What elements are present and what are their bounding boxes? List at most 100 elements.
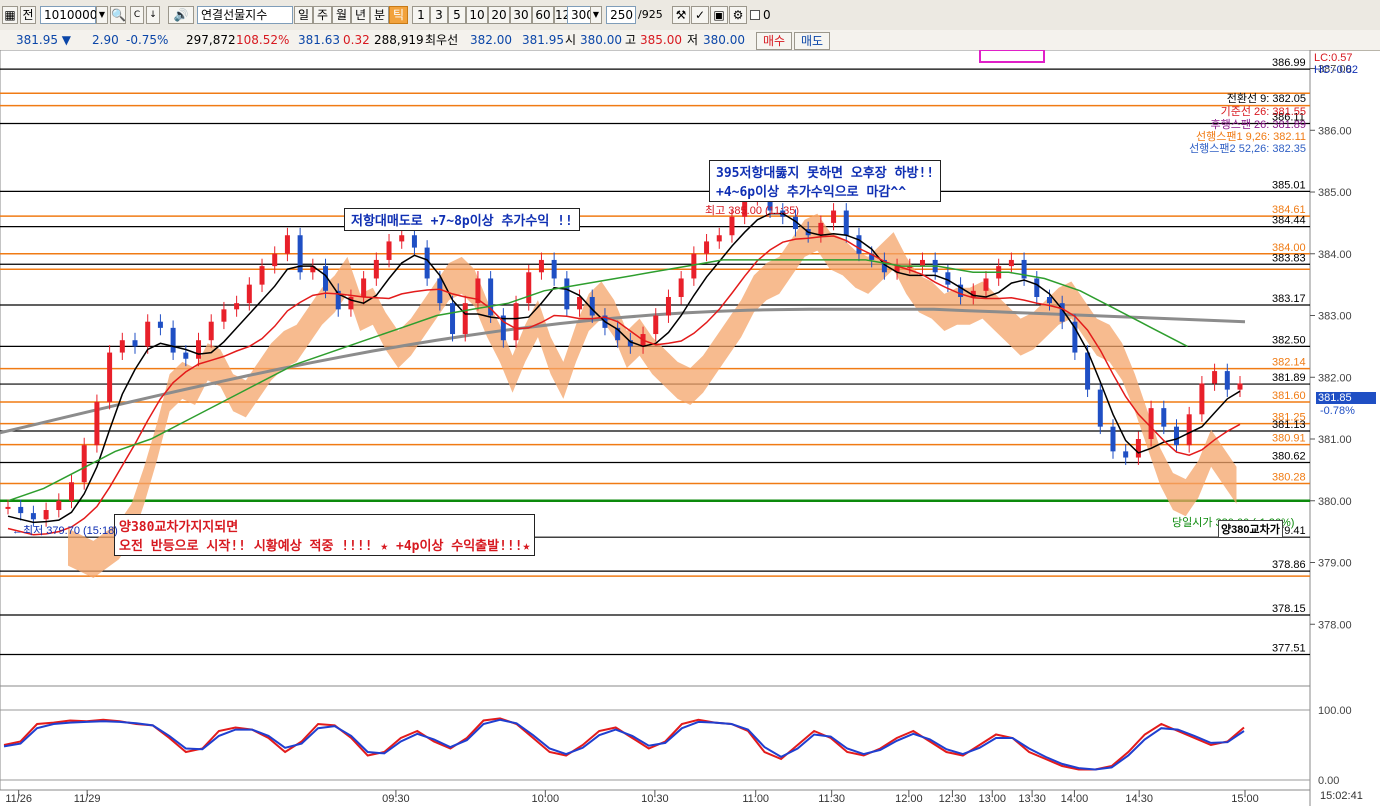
candle-body xyxy=(1148,408,1154,440)
candle-body xyxy=(589,296,595,316)
time-tick-label: 09:30 xyxy=(382,793,410,805)
interval-button-10[interactable]: 10 xyxy=(466,6,488,24)
level-label: 381.60 xyxy=(1272,390,1306,402)
period-button-day[interactable]: 일 xyxy=(294,6,313,24)
period-button-tick[interactable]: 틱 xyxy=(389,6,408,24)
basis-change: 0.32 xyxy=(343,33,370,47)
candle-body xyxy=(1008,259,1014,267)
annotation-morning-line1: 양380교차가지지되면 xyxy=(119,520,239,535)
interval-chevron-down-icon[interactable]: ▼ xyxy=(590,6,602,24)
basis-value: 381.63 xyxy=(298,33,340,47)
instrument-name-field[interactable]: 연결선물지수 xyxy=(197,6,293,24)
gear-icon[interactable]: ⚙ xyxy=(729,6,747,24)
low-marker-label: ←최저 379.70 (15:18) xyxy=(12,525,118,537)
next-code-icon[interactable]: ↓ xyxy=(146,6,160,24)
price-tick-label: 378.00 xyxy=(1318,619,1352,631)
candle-body xyxy=(704,241,710,254)
candle-body xyxy=(919,259,925,267)
display-count-input[interactable]: 250 xyxy=(606,6,636,24)
candle-body xyxy=(678,278,684,297)
code-input[interactable]: 10100000 xyxy=(40,6,105,24)
candle-body xyxy=(196,340,202,359)
time-tick-label: 11/29 xyxy=(74,793,101,805)
chart-type-icon[interactable]: ✓ xyxy=(691,6,709,24)
candle-body xyxy=(81,445,87,483)
interval-button-3[interactable]: 3 xyxy=(430,6,448,24)
save-icon[interactable]: ▣ xyxy=(710,6,728,24)
level-label: 377.51 xyxy=(1272,643,1306,655)
interval-button-30[interactable]: 30 xyxy=(510,6,532,24)
candle-body xyxy=(183,352,189,359)
time-tick-label: 10:00 xyxy=(532,793,560,805)
price-tick-label: 385.00 xyxy=(1318,187,1352,199)
candle-body xyxy=(1135,439,1141,458)
prev-code-icon[interactable]: C xyxy=(130,6,144,24)
code-prefix-label[interactable]: 전 xyxy=(20,6,36,24)
candle-body xyxy=(1186,414,1192,446)
time-tick-label: 11:30 xyxy=(818,793,845,805)
candle-body xyxy=(5,506,11,509)
candle-body xyxy=(983,278,989,291)
time-tick-label: 10:30 xyxy=(641,793,669,805)
period-button-week[interactable]: 주 xyxy=(313,6,332,24)
buy-button[interactable]: 매수 xyxy=(756,32,792,50)
option-checkbox-label: 0 xyxy=(763,8,771,22)
candle-body xyxy=(1123,451,1129,458)
chevron-down-icon[interactable]: ▼ xyxy=(96,6,108,24)
interval-input[interactable]: 300 xyxy=(567,6,594,24)
price-tick-label: 383.00 xyxy=(1318,311,1352,323)
candle-body xyxy=(462,303,468,335)
annotation-morning-line2: 오전 반등으로 시작!! 시황예상 적중 !!!! ★ +4p이상 수익출발!!… xyxy=(119,539,531,554)
annotation-morning-rebound: 양380교차가지지되면 오전 반등으로 시작!! 시황예상 적중 !!!! ★ … xyxy=(114,514,536,556)
price-tick-label: 384.00 xyxy=(1318,249,1352,261)
time-tick-label: 12:00 xyxy=(895,793,923,805)
chart-area[interactable]: 387.00 386.00 385.00 384.00 383.00 382.00 381.… xyxy=(0,50,1380,806)
best-bid: 381.95 xyxy=(522,33,564,47)
period-button-year[interactable]: 년 xyxy=(351,6,370,24)
price-change-pct: -0.75% xyxy=(126,33,169,47)
level-label: 380.28 xyxy=(1272,471,1306,483)
interval-button-60[interactable]: 60 xyxy=(532,6,554,24)
price-tick-label: 382.00 xyxy=(1318,372,1352,384)
candle-body xyxy=(450,303,456,335)
option-checkbox[interactable] xyxy=(750,10,760,20)
chart-menu-icon[interactable]: ▦ xyxy=(2,6,18,24)
open-interest: 288,919 xyxy=(374,33,424,47)
indicator-icon[interactable]: ⚒ xyxy=(672,6,690,24)
level-label: 384.44 xyxy=(1272,215,1306,227)
interval-button-1[interactable]: 1 xyxy=(412,6,430,24)
interval-button-20[interactable]: 20 xyxy=(488,6,510,24)
best-ask: 382.00 xyxy=(470,33,512,47)
period-button-month[interactable]: 월 xyxy=(332,6,351,24)
open-price: 380.00 xyxy=(580,33,622,47)
annotation-afternoon-line1: 395저항대뚫지 못하면 오후장 하방!! xyxy=(716,166,935,181)
period-button-minute[interactable]: 분 xyxy=(370,6,389,24)
candle-body xyxy=(1199,383,1205,415)
low-price: 380.00 xyxy=(703,33,745,47)
candle-body xyxy=(665,296,671,316)
high-label: 고 xyxy=(625,33,637,47)
interval-button-5[interactable]: 5 xyxy=(448,6,466,24)
stoch-tick-label: 0.00 xyxy=(1318,775,1339,787)
volume-ratio: 108.52% xyxy=(236,33,290,47)
price-tick-label: 386.00 xyxy=(1318,125,1352,137)
candle-body xyxy=(157,321,163,328)
candle-body xyxy=(538,259,544,273)
candle-body xyxy=(246,284,252,304)
sell-button[interactable]: 매도 xyxy=(794,32,830,50)
stoch-tick-label: 100.00 xyxy=(1318,705,1352,717)
candle-body xyxy=(43,510,49,520)
candle-body xyxy=(1161,408,1167,427)
clock-label: 15:02:41 xyxy=(1320,790,1363,802)
candle-body xyxy=(208,321,214,341)
candle-body xyxy=(69,482,75,501)
speaker-icon[interactable]: 🔊 xyxy=(168,6,194,24)
candle-body xyxy=(1034,278,1040,297)
price-chart-svg[interactable]: 387.00386.00385.00384.00383.00382.00381.… xyxy=(0,50,1380,806)
level-label: 380.91 xyxy=(1272,433,1306,445)
candle-body xyxy=(411,235,417,248)
search-icon[interactable]: 🔍 xyxy=(110,6,126,24)
level-label: 380.62 xyxy=(1272,450,1306,462)
time-tick-label: 15:00 xyxy=(1231,793,1259,805)
candle-body xyxy=(945,272,951,285)
